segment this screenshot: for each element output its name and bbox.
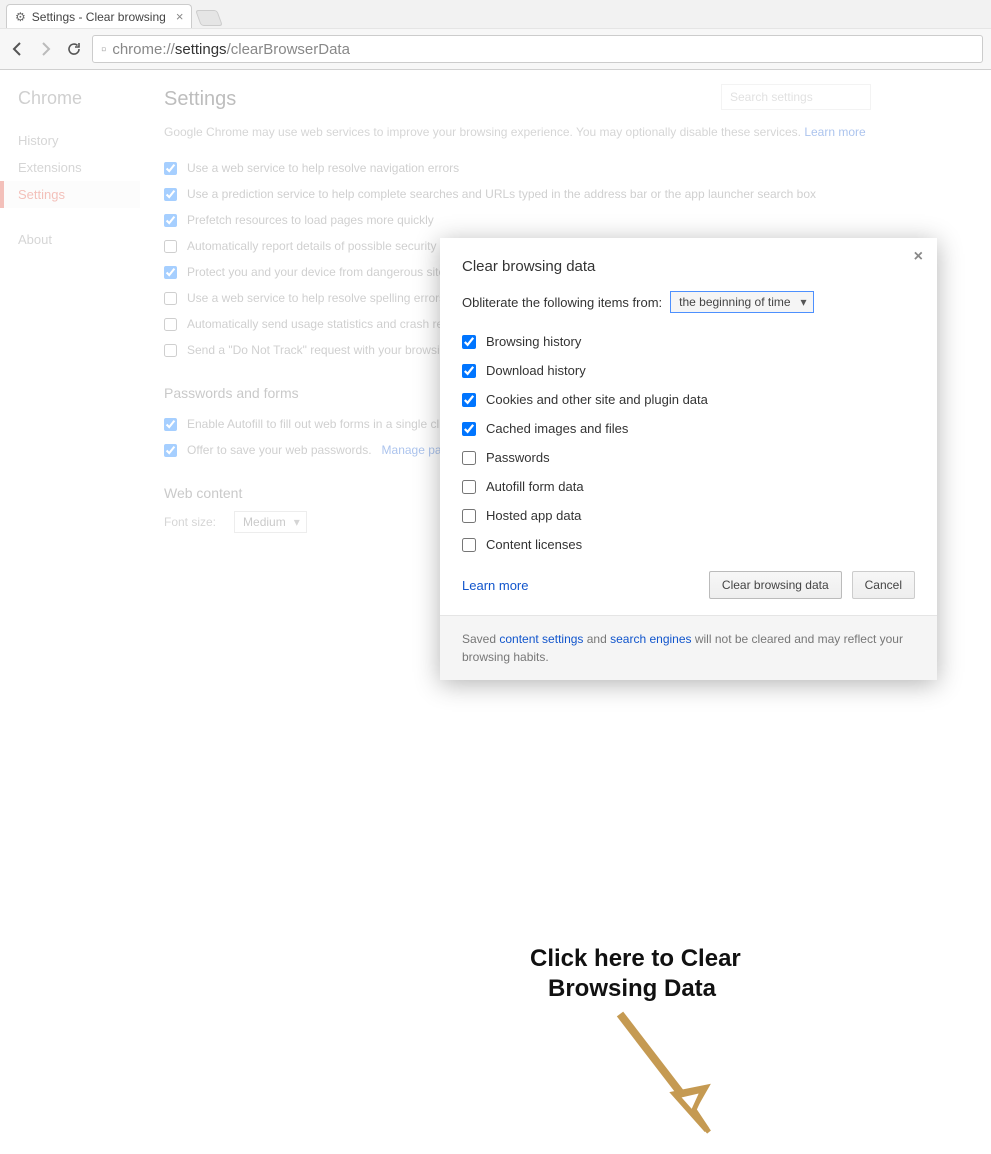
privacy-checkbox[interactable] [164,344,177,357]
privacy-check-label: Protect you and your device from dangero… [187,265,451,279]
dialog-check-row[interactable]: Cached images and files [462,414,915,443]
toolbar: ▫ chrome://settings/clearBrowserData [0,28,991,69]
privacy-check-row: Prefetch resources to load pages more qu… [164,207,967,233]
annotation-text: Click here to Clear Browsing Data [530,944,741,1004]
gear-icon: ⚙ [15,10,26,24]
privacy-checkbox[interactable] [164,240,177,253]
sidebar-item-settings[interactable]: Settings [0,181,140,208]
dialog-check-row[interactable]: Autofill form data [462,472,915,501]
privacy-checkbox[interactable] [164,318,177,331]
new-tab-button[interactable] [196,10,224,26]
dialog-check-label: Autofill form data [486,479,584,494]
brand-title: Chrome [18,88,140,109]
pw-check-label: Enable Autofill to fill out web forms in… [187,417,457,431]
dialog-check-label: Cached images and files [486,421,628,436]
time-range-select[interactable]: the beginning of time [670,291,813,313]
reload-button[interactable] [64,39,84,59]
privacy-check-label: Use a prediction service to help complet… [187,187,816,201]
content-settings-link[interactable]: content settings [499,632,583,646]
dialog-check-row[interactable]: Browsing history [462,327,915,356]
privacy-checkbox[interactable] [164,162,177,175]
dialog-check-row[interactable]: Passwords [462,443,915,472]
search-settings-input[interactable]: Search settings [721,84,871,110]
back-button[interactable] [8,39,28,59]
privacy-checkbox[interactable] [164,188,177,201]
cancel-button[interactable]: Cancel [852,571,915,599]
dialog-checkbox[interactable] [462,480,476,494]
dialog-checkbox[interactable] [462,451,476,465]
dialog-check-label: Hosted app data [486,508,581,523]
privacy-check-row: Use a prediction service to help complet… [164,181,967,207]
obliterate-row: Obliterate the following items from: the… [462,291,915,313]
dialog-checkbox[interactable] [462,538,476,552]
dialog-check-row[interactable]: Content licenses [462,530,915,559]
dialog-close-button[interactable]: × [914,248,923,266]
privacy-check-row: Use a web service to help resolve naviga… [164,155,967,181]
dialog-checkbox[interactable] [462,393,476,407]
intro-text: Google Chrome may use web services to im… [164,123,967,141]
dialog-check-row[interactable]: Cookies and other site and plugin data [462,385,915,414]
forward-button[interactable] [36,39,56,59]
font-size-select[interactable]: Medium [234,511,307,533]
dialog-checkbox[interactable] [462,335,476,349]
dialog-check-label: Passwords [486,450,550,465]
page-icon: ▫ [101,41,106,58]
dialog-check-label: Cookies and other site and plugin data [486,392,708,407]
content-area: Chrome HistoryExtensionsSettings About Se… [0,70,991,624]
dialog-check-row[interactable]: Hosted app data [462,501,915,530]
privacy-check-label: Use a web service to help resolve spelli… [187,291,445,305]
learn-more-link[interactable]: Learn more [804,125,865,139]
sidebar-item-history[interactable]: History [18,127,140,154]
url-protocol: chrome:// [112,41,175,58]
url-path: /clearBrowserData [227,41,350,58]
pw-checkbox[interactable] [164,418,177,431]
sidebar-item-about[interactable]: About [18,226,140,253]
search-engines-link[interactable]: search engines [610,632,691,646]
privacy-checkbox[interactable] [164,292,177,305]
url-host: settings [175,41,227,58]
font-size-label: Font size: [164,515,216,529]
pw-checkbox[interactable] [164,444,177,457]
dialog-check-label: Content licenses [486,537,582,552]
pw-check-label: Offer to save your web passwords. [187,443,372,457]
dialog-checkbox[interactable] [462,509,476,523]
dialog-title: Clear browsing data [462,258,915,275]
sidebar: Chrome HistoryExtensionsSettings About [0,70,140,624]
browser-tab[interactable]: ⚙ Settings - Clear browsing × [6,4,192,28]
privacy-checkbox[interactable] [164,214,177,227]
privacy-check-label: Prefetch resources to load pages more qu… [187,213,434,227]
dialog-footer: Saved content settings and search engine… [440,615,937,680]
dialog-check-row[interactable]: Download history [462,356,915,385]
browser-chrome: ⚙ Settings - Clear browsing × ▫ chrome:/… [0,0,991,70]
privacy-checkbox[interactable] [164,266,177,279]
clear-browsing-data-button[interactable]: Clear browsing data [709,571,842,599]
obliterate-label: Obliterate the following items from: [462,295,662,310]
dialog-check-label: Download history [486,363,586,378]
address-bar[interactable]: ▫ chrome://settings/clearBrowserData [92,35,983,63]
sidebar-item-extensions[interactable]: Extensions [18,154,140,181]
dialog-checkbox[interactable] [462,422,476,436]
dialog-checkbox[interactable] [462,364,476,378]
tab-bar: ⚙ Settings - Clear browsing × [0,0,991,28]
dialog-learn-more-link[interactable]: Learn more [462,578,528,593]
close-icon[interactable]: × [176,9,184,24]
clear-browsing-dialog: × Clear browsing data Obliterate the fol… [440,238,937,680]
dialog-check-label: Browsing history [486,334,581,349]
privacy-check-label: Use a web service to help resolve naviga… [187,161,459,175]
tab-title: Settings - Clear browsing [32,10,166,24]
annotation-arrow-icon [605,1004,735,1154]
